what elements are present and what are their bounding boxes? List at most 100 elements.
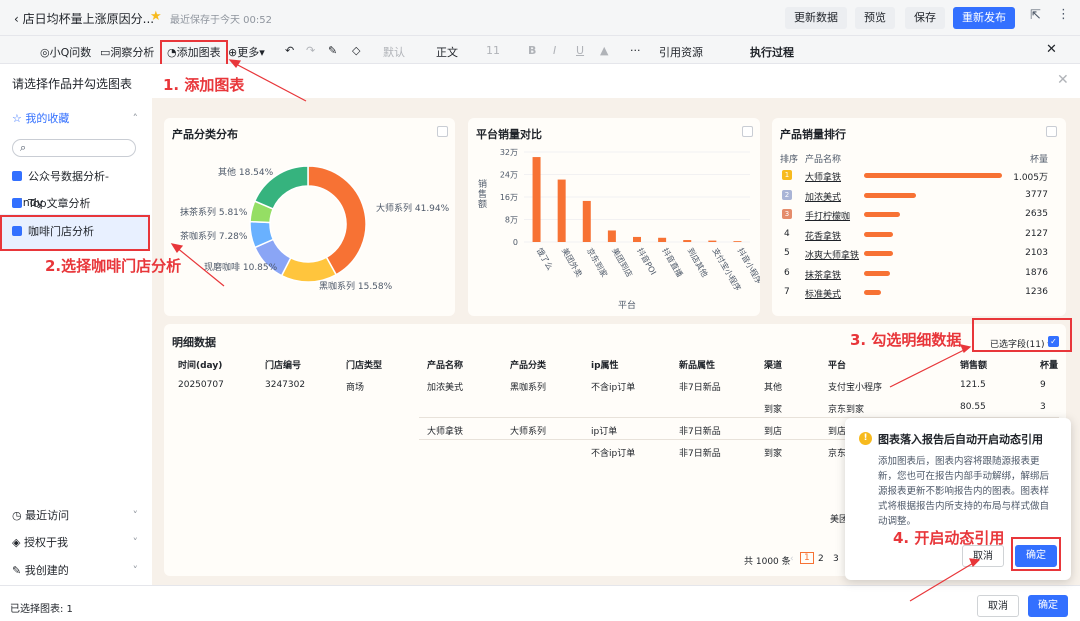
page-1[interactable]: 1 <box>800 552 814 564</box>
rank-bar <box>864 212 900 217</box>
eraser-icon[interactable]: ◇ <box>352 44 360 57</box>
rank-bar <box>864 270 890 276</box>
ask-q-button[interactable]: ◎小Q问数 <box>40 44 91 60</box>
donut-label-other: 其他 18.54% <box>218 168 274 178</box>
detail-cell: ip订单 <box>591 427 618 437</box>
ask-q-label: 小Q问数 <box>49 46 92 59</box>
style-select[interactable]: 正文 <box>436 44 458 60</box>
rank-product-name[interactable]: 花香拿铁 <box>805 229 841 242</box>
recent-label: 最近访问 <box>25 509 70 522</box>
warning-icon: ! <box>859 432 872 445</box>
rank-product-name[interactable]: 加浓美式 <box>805 190 841 203</box>
ranking-title: 产品销量排行 <box>780 128 846 141</box>
undo-icon[interactable]: ↶ <box>285 44 294 57</box>
cite-resource-button[interactable]: 引用资源 <box>659 44 703 60</box>
bar-mark <box>683 240 692 242</box>
page-2[interactable]: 2 <box>818 554 824 564</box>
share-icon[interactable]: ⇱ <box>1030 8 1041 23</box>
highlight-icon[interactable]: ▲ <box>600 44 608 57</box>
panel-title: 执行过程 <box>750 46 794 59</box>
back-title[interactable]: ‹ 店日均杯量上涨原因分... <box>14 10 154 27</box>
rank-product-name[interactable]: 手打柠檬咖 <box>805 209 850 222</box>
favorites-label: 我的收藏 <box>25 112 70 125</box>
detail-cell: 3 <box>1040 402 1046 412</box>
recent-section[interactable]: ◷ 最近访问 ˅ <box>12 503 138 529</box>
authorized-section[interactable]: ◈ 授权于我 ˅ <box>12 530 138 556</box>
panel-close-icon[interactable]: ✕ <box>1046 42 1057 57</box>
detail-header-cell: 渠道 <box>764 361 783 371</box>
save-button[interactable]: 保存 <box>905 7 945 29</box>
save-status: 最近保存于今天 00:52 <box>170 15 272 26</box>
sidebar-item-label: Top文章分析 <box>28 197 91 210</box>
footer-cancel-button[interactable]: 取消 <box>977 595 1019 617</box>
detail-cell: 80.55 <box>960 402 986 412</box>
font-family-select[interactable]: 默认 <box>383 44 405 60</box>
more-label: 更多 <box>237 46 260 59</box>
ranking-checkbox[interactable] <box>1046 126 1057 137</box>
preview-button[interactable]: 预览 <box>855 7 895 29</box>
insight-label: 洞察分析 <box>110 46 155 59</box>
bar-mark <box>532 157 541 242</box>
modal-close-icon[interactable]: ✕ <box>1057 72 1069 88</box>
star-icon[interactable]: ★ <box>150 9 162 24</box>
font-size-select[interactable]: 11 <box>486 44 500 57</box>
bar-mark <box>733 241 742 242</box>
annotation-step-2: 2.选择咖啡门店分析 <box>45 257 182 275</box>
detail-header-cell: 新品属性 <box>679 361 716 371</box>
italic-icon[interactable]: I <box>553 44 556 57</box>
detail-cell: 不含ip订单 <box>591 449 636 459</box>
bar-ytick: 0 <box>513 238 518 247</box>
detail-cell: 到家 <box>764 405 783 415</box>
detail-cell: 非7日新品 <box>679 383 721 393</box>
annotation-step-1: 1. 添加图表 <box>163 76 245 94</box>
detail-cell: 加浓美式 <box>427 383 464 393</box>
format-painter-icon[interactable]: ✎ <box>328 44 337 57</box>
rank-number: 7 <box>784 287 790 297</box>
pagination-total: 共 1000 条 <box>744 557 791 567</box>
rank-product-name[interactable]: 标准美式 <box>805 287 841 300</box>
annotation-step-3: 3. 勾选明细数据 <box>850 331 962 349</box>
detail-cell: 大师拿铁 <box>427 427 464 437</box>
republish-button[interactable]: 重新发布 <box>953 7 1015 29</box>
prev-page-icon[interactable]: ‹ <box>790 554 794 564</box>
page-3[interactable]: 3 <box>833 554 839 564</box>
refresh-data-button[interactable]: 更新数据 <box>785 7 847 29</box>
created-label: 我创建的 <box>24 564 69 577</box>
bar-card: 平台销量对比 销售额 平台 32万 24万 16万 8万 0 饿了么 美团外卖 京东到家 美团到… <box>468 118 760 316</box>
redo-icon[interactable]: ↷ <box>306 44 315 57</box>
chart-file-icon <box>12 198 22 208</box>
detail-cell: 到店 <box>828 427 847 437</box>
underline-icon[interactable]: U <box>576 44 584 57</box>
ranking-card: 产品销量排行 排序 产品名称 杯量 1 大师拿铁 1.005万 2 加浓美式 3777 3 手… <box>772 118 1066 316</box>
donut-label-master: 大师系列 41.94% <box>376 204 450 214</box>
bold-icon[interactable]: B <box>528 44 536 57</box>
rank-value: 1876 <box>1025 267 1048 278</box>
rank-value: 1.005万 <box>1013 173 1048 183</box>
detail-header-cell: 门店类型 <box>346 361 383 371</box>
sidebar: ☆ 我的收藏 ˄ ⌕ 公众号数据分析-Cindy Top文章分析 咖啡门店分析 ◷… <box>0 98 150 585</box>
chevron-down-icon: ˅ <box>132 564 139 577</box>
favorites-section[interactable]: ☆ 我的收藏 ˄ <box>12 106 138 132</box>
more-icon[interactable]: ⋮ <box>1057 7 1070 22</box>
rank-product-name[interactable]: 抹茶拿铁 <box>805 268 841 281</box>
donut-card: 产品分类分布 其他 18.54% 大师系列 41.94% 抹茶系列 5.81% … <box>164 118 455 316</box>
sidebar-search-input[interactable]: ⌕ <box>12 139 136 157</box>
rank-value: 3777 <box>1025 189 1048 200</box>
more-menu-button[interactable]: ⊕更多▾ <box>228 44 265 60</box>
created-section[interactable]: ✎ 我创建的 ˅ <box>12 558 138 584</box>
rank-product-name[interactable]: 冰爽大师拿铁 <box>805 248 859 261</box>
overflow-icon[interactable]: ··· <box>630 44 641 57</box>
bar-xtick: 饿了么 <box>535 246 556 272</box>
detail-title: 明细数据 <box>172 336 216 349</box>
rank-bar <box>864 192 916 198</box>
popover-cancel-button[interactable]: 取消 <box>962 545 1004 567</box>
footer-ok-button[interactable]: 确定 <box>1028 595 1068 617</box>
insight-button[interactable]: ▭洞察分析 <box>100 44 154 60</box>
detail-cell: 20250707 <box>178 380 224 390</box>
rank-bar <box>864 290 881 295</box>
sidebar-item-wechat-analysis[interactable]: 公众号数据分析-Cindy <box>12 164 138 209</box>
detail-cell: 黑咖系列 <box>510 383 547 393</box>
annotation-box-detail <box>972 318 1072 352</box>
rank-number: 4 <box>784 228 790 239</box>
rank-product-name[interactable]: 大师拿铁 <box>805 170 841 183</box>
